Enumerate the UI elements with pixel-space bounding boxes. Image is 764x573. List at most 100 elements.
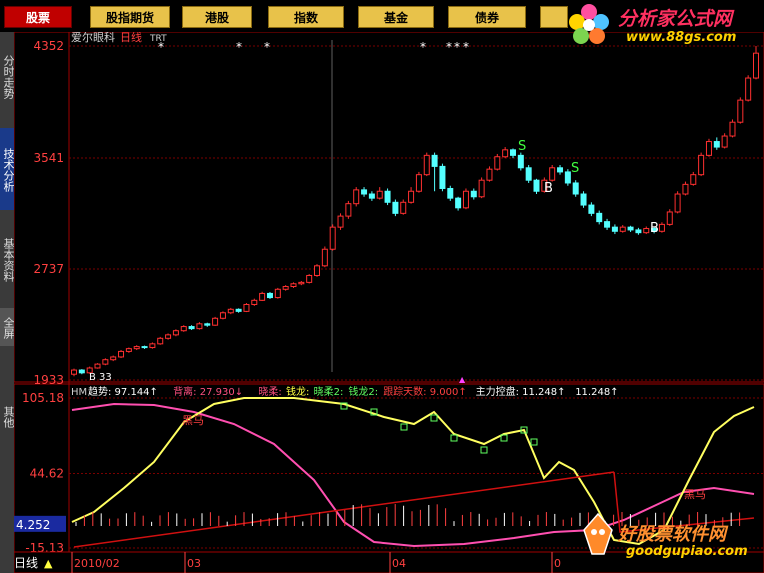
signal-star-3: *	[420, 40, 426, 54]
candle-body	[596, 212, 603, 223]
candle-body	[619, 226, 626, 232]
ind-y-tick-1: 44.62	[30, 467, 64, 481]
candle-body	[698, 154, 705, 176]
candle-body	[400, 201, 407, 214]
candle-body	[408, 190, 415, 203]
candle-body	[314, 265, 321, 276]
candle-body	[658, 223, 665, 232]
left-sidebar: 分时走势技术分析基本资料全屏其他	[0, 32, 15, 573]
candle-body	[721, 135, 728, 148]
main-y-tick-2: 2737	[33, 262, 64, 276]
main-y-tick-3: 1933	[33, 373, 64, 387]
buy-signal-1: B	[544, 181, 553, 196]
site-url-bottom: goodgupiao.com	[626, 544, 748, 559]
candle-body	[682, 183, 689, 195]
signal-star-4: *	[446, 40, 452, 54]
date-label-0: 2010/02	[74, 557, 120, 570]
candle-body	[337, 215, 344, 228]
toolbar-button-5[interactable]: 债券	[448, 6, 526, 28]
candle-body	[157, 337, 164, 345]
candle-body	[643, 228, 650, 234]
sidebar-tab-0[interactable]: 分时走势	[0, 36, 15, 116]
candle-body	[376, 190, 383, 199]
candle-body	[321, 248, 328, 267]
mascot-logo-icon	[583, 512, 613, 555]
toolbar-button-0[interactable]: 股票	[4, 6, 72, 28]
bottom-period-arrow: ▲	[44, 557, 53, 570]
candle-body	[455, 197, 462, 209]
candle-body	[251, 299, 258, 305]
candle-body	[118, 350, 125, 358]
bottom-period-label: 日线	[14, 556, 38, 570]
toolbar-button-1[interactable]: 股指期货	[90, 6, 170, 28]
legend-item-6: 跟踪天数: 9.000↑	[383, 385, 467, 398]
toolbar-button-more[interactable]	[540, 6, 568, 28]
candle-body	[502, 149, 509, 158]
candle-body	[517, 154, 524, 169]
candle-body	[204, 323, 211, 326]
cursor-marker: ▲	[459, 375, 466, 384]
candle-body	[102, 359, 109, 365]
heima-label-1: 黑马	[182, 414, 204, 427]
stock-chart: 4352354127371933爱尔眼科 日线 TRT* * * * * * *SSBBB 33…	[14, 32, 764, 573]
candle-body	[149, 343, 156, 349]
candle-body	[392, 201, 399, 214]
candle-body	[580, 193, 587, 206]
candle-body	[611, 226, 618, 232]
flower-logo-icon	[569, 4, 609, 44]
main-panel-frame	[14, 32, 764, 383]
site-logo-bottom: 好股票软件网 goodgupiao.com	[578, 510, 764, 570]
candle-body	[235, 308, 242, 312]
candle-body	[172, 330, 179, 336]
candle-body	[415, 174, 422, 192]
candle-body	[729, 121, 736, 137]
candle-body	[635, 229, 642, 234]
candle-body	[470, 190, 477, 198]
candle-body	[705, 141, 712, 156]
candle-body	[212, 317, 219, 326]
sell-signal-2: S	[571, 161, 579, 176]
candle-body	[509, 149, 516, 156]
site-logo-top: 分析家公式网 www.88gs.com	[566, 0, 764, 50]
candle-body	[431, 154, 438, 167]
candle-body	[588, 204, 595, 214]
candle-body	[345, 203, 352, 217]
site-name-top: 分析家公式网	[618, 8, 733, 30]
candle-body	[227, 308, 234, 314]
sidebar-tab-2[interactable]: 基本资料	[0, 218, 15, 300]
candle-body	[196, 323, 203, 330]
candle-body	[243, 303, 250, 312]
candle-body	[525, 167, 532, 181]
candle-body	[439, 165, 446, 189]
sidebar-tab-1[interactable]: 技术分析	[0, 128, 15, 210]
site-url-top: www.88gs.com	[626, 30, 737, 45]
toolbar-button-3[interactable]: 指数	[268, 6, 344, 28]
candle-body	[306, 274, 313, 283]
signal-star-0: *	[158, 40, 164, 54]
period-label: 日线	[120, 32, 142, 44]
toolbar-button-2[interactable]: 港股	[182, 6, 252, 28]
candle-body	[745, 77, 752, 101]
candle-body	[713, 141, 720, 148]
candle-body	[219, 312, 226, 319]
candle-body	[564, 171, 571, 184]
candle-body	[666, 211, 673, 225]
stock-name: 爱尔眼科	[71, 32, 115, 44]
candle-body	[259, 292, 266, 301]
sidebar-tab-4[interactable]: 其他	[0, 396, 15, 436]
candle-body	[384, 190, 391, 203]
main-y-tick-1: 3541	[33, 151, 64, 165]
candle-body	[674, 193, 681, 213]
toolbar-button-4[interactable]: 基金	[358, 6, 434, 28]
candle-body	[368, 193, 375, 199]
signal-star-2: *	[264, 40, 270, 54]
candle-body	[494, 156, 501, 170]
legend-item-8: 11.248↑	[575, 387, 618, 398]
candle-body	[110, 356, 117, 361]
candle-body	[188, 326, 195, 330]
legend-item-7: 主力控盘: 11.248↑	[476, 385, 566, 398]
candle-body	[549, 167, 556, 181]
candle-body	[627, 226, 634, 231]
sidebar-tab-3[interactable]: 全屏	[0, 308, 15, 346]
candle-body	[274, 288, 281, 299]
